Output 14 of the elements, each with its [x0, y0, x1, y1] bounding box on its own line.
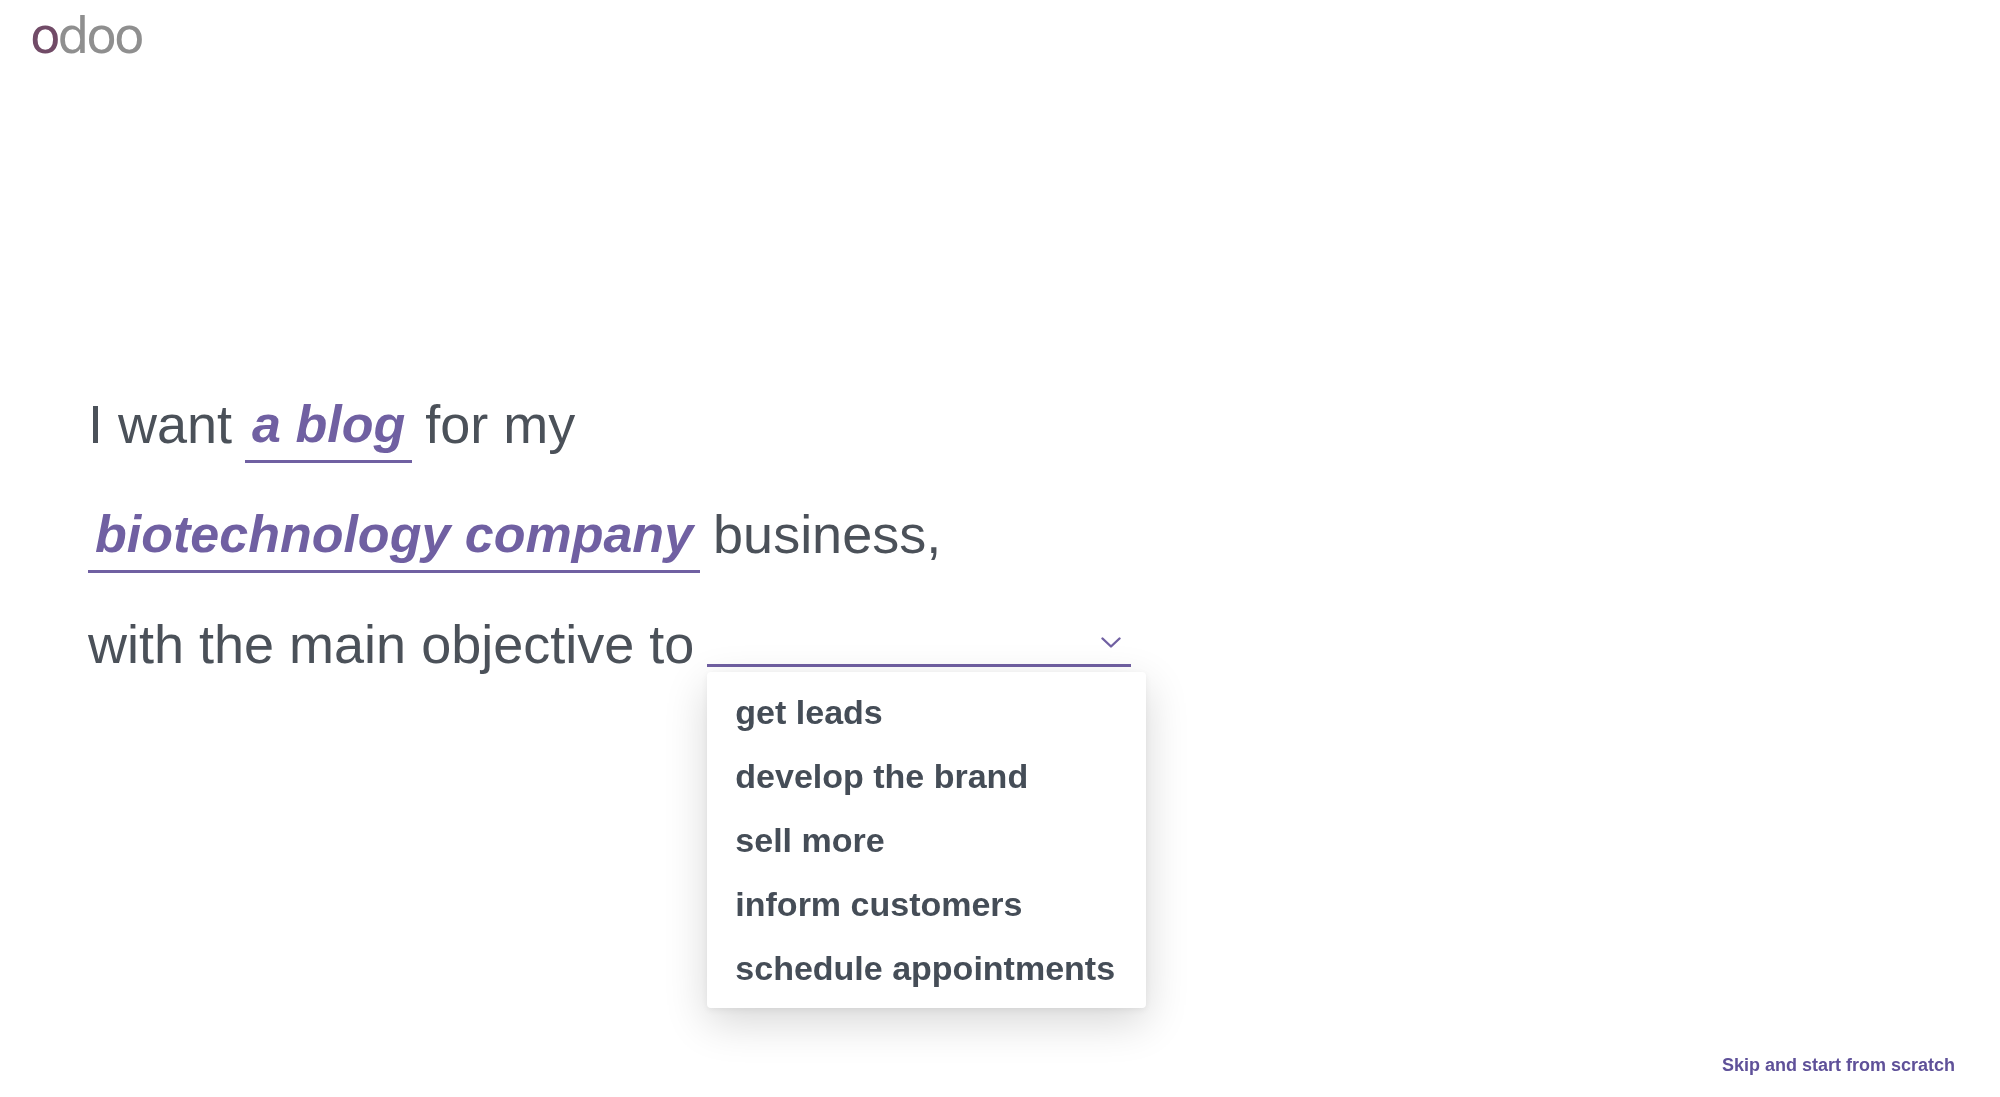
sentence-text: for my — [425, 393, 576, 456]
skip-link[interactable]: Skip and start from scratch — [1721, 1055, 1955, 1076]
menu-option[interactable]: develop the brand — [707, 744, 1147, 808]
menu-option[interactable]: sell more — [707, 808, 1147, 872]
answer-field[interactable]: a blog — [245, 392, 413, 463]
menu-option[interactable]: schedule appointments — [707, 936, 1147, 1000]
sentence-text: with the main objective to — [88, 613, 695, 676]
logo: odoo — [30, 11, 142, 61]
chevron-down-icon — [1101, 636, 1122, 648]
sentence-text: business, — [713, 503, 942, 566]
menu-option[interactable]: get leads — [707, 680, 1147, 744]
sentence-text: I want — [88, 393, 233, 456]
menu-option[interactable]: inform customers — [707, 872, 1147, 936]
answer-field[interactable]: biotechnology company — [88, 502, 701, 573]
